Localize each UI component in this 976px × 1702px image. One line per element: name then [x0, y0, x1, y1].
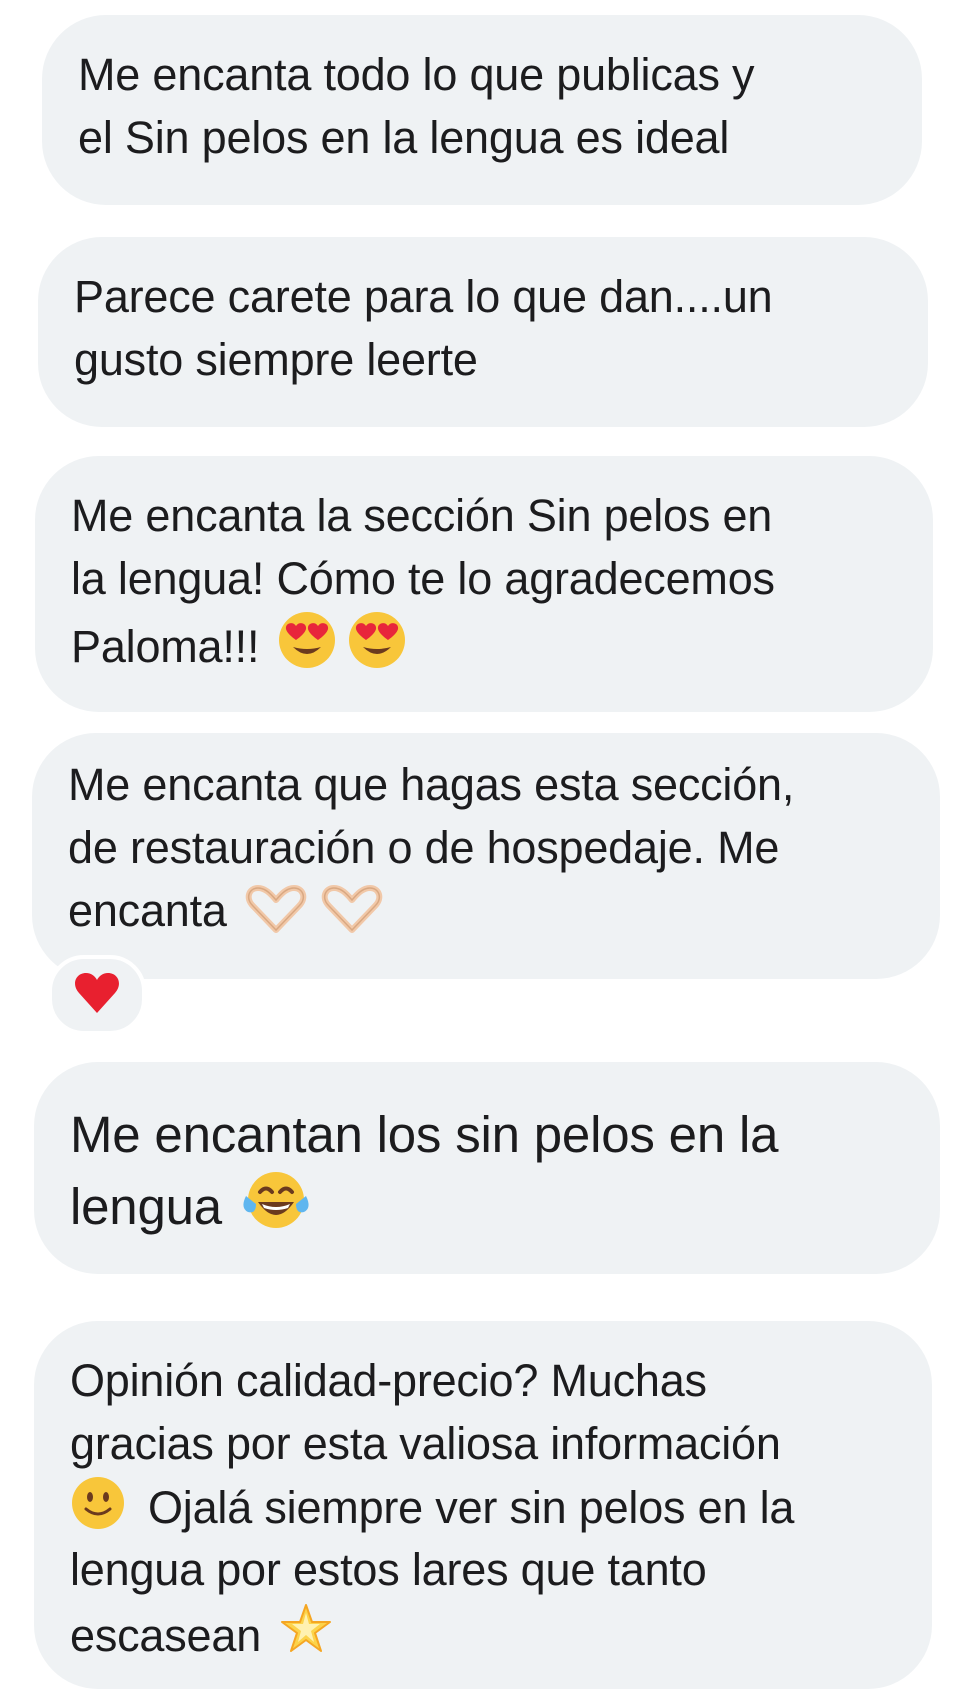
comment-text-line: el Sin pelos en la lengua es ideal	[78, 112, 730, 163]
comment-text-line: Me encanta la sección Sin pelos en	[71, 490, 773, 541]
heart-eyes-emoji-icon	[277, 610, 337, 670]
comment-text: Paloma!!!	[71, 621, 260, 672]
comment-text-line: la lengua! Cómo te lo agradecemos	[71, 553, 775, 604]
heart-hands-emoji-icon	[319, 884, 385, 934]
comment-bubble-6[interactable]: Opinión calidad-precio? Muchas gracias p…	[34, 1321, 932, 1689]
comment-text-line: encanta	[68, 879, 904, 942]
tears-of-joy-emoji-icon	[240, 1170, 312, 1232]
comment-text-line: lengua por estos lares que tanto	[70, 1544, 707, 1595]
comment-text-line: Me encantan los sin pelos en la	[70, 1106, 779, 1163]
comment-bubble-1[interactable]: Me encanta todo lo que publicas y el Sin…	[42, 15, 922, 205]
slightly-smiling-emoji-icon	[70, 1475, 126, 1531]
heart-hands-emoji-icon	[243, 884, 309, 934]
comment-text-line: Me encanta todo lo que publicas y	[78, 49, 755, 100]
comment-text-line: escasean	[70, 1601, 896, 1664]
comment-text-line: Parece carete para lo que dan....un	[74, 271, 773, 322]
comment-text-line: lengua	[70, 1170, 904, 1240]
comment-text: Ojalá siempre ver sin pelos en la	[148, 1482, 795, 1533]
comment-bubble-2[interactable]: Parece carete para lo que dan....un gust…	[38, 237, 928, 427]
comment-text: lengua	[70, 1178, 222, 1235]
comment-text-line: gracias por esta valiosa información	[70, 1418, 781, 1469]
comment-text-line: Ojalá siempre ver sin pelos en la	[70, 1475, 896, 1538]
comment-text-line: de restauración o de hospedaje. Me	[68, 822, 780, 873]
glowing-star-emoji-icon	[277, 1601, 335, 1659]
comment-text-line: Paloma!!!	[71, 610, 897, 673]
reaction-badge[interactable]	[48, 955, 146, 1035]
comment-bubble-3[interactable]: Me encanta la sección Sin pelos en la le…	[35, 456, 933, 712]
comment-text: encanta	[68, 885, 227, 936]
comment-text-line: Opinión calidad-precio? Muchas	[70, 1355, 707, 1406]
red-heart-emoji-icon	[73, 971, 121, 1020]
comment-bubble-4[interactable]: Me encanta que hagas esta sección, de re…	[32, 733, 940, 979]
comment-text-line: gusto siempre leerte	[74, 334, 478, 385]
comment-bubble-5[interactable]: Me encantan los sin pelos en la lengua	[34, 1062, 940, 1274]
comment-text: escasean	[70, 1610, 262, 1661]
heart-eyes-emoji-icon	[347, 610, 407, 670]
comment-text-line: Me encanta que hagas esta sección,	[68, 759, 795, 810]
